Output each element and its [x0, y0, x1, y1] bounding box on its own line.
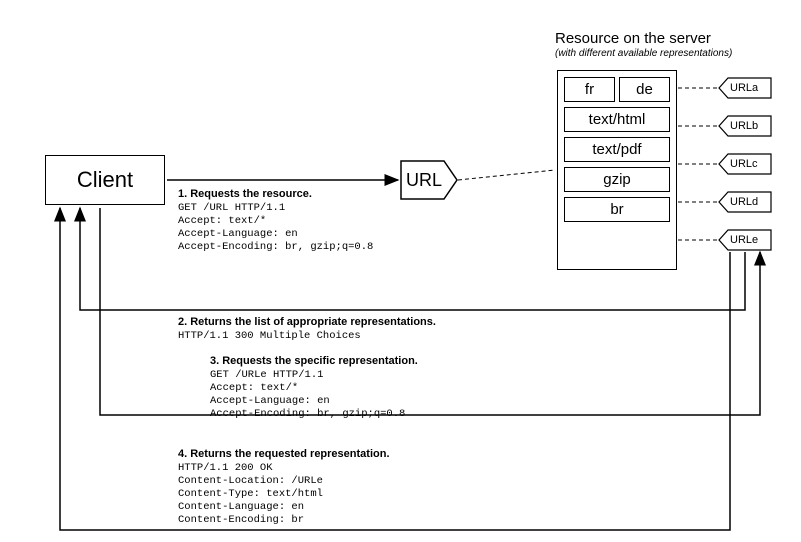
msg3-l2: Accept: text/*	[210, 382, 418, 395]
url-chip-e: URLe	[718, 229, 772, 251]
url-tag-label: URL	[400, 160, 448, 200]
msg1-block: 1. Requests the resource. GET /URL HTTP/…	[178, 188, 373, 254]
msg4-l3: Content-Type: text/html	[178, 488, 390, 501]
msg4-l4: Content-Language: en	[178, 501, 390, 514]
client-label: Client	[77, 167, 133, 193]
server-panel: fr de text/html text/pdf gzip br	[557, 70, 677, 270]
url-chip-e-label: URLe	[730, 229, 772, 251]
url-chip-d-label: URLd	[730, 191, 772, 213]
url-chip-c-label: URLc	[730, 153, 772, 175]
msg3-l3: Accept-Language: en	[210, 395, 418, 408]
msg1-title: 1. Requests the resource.	[178, 188, 373, 202]
rep-text-pdf: text/pdf	[564, 137, 670, 162]
diagram-canvas: Client URL Resource on the server (with …	[0, 0, 801, 542]
client-box: Client	[45, 155, 165, 205]
rep-fr: fr	[564, 77, 615, 102]
rep-row-lang: fr de	[564, 77, 670, 102]
msg4-l1: HTTP/1.1 200 OK	[178, 462, 390, 475]
msg1-l1: GET /URL HTTP/1.1	[178, 202, 373, 215]
msg3-block: 3. Requests the specific representation.…	[210, 355, 418, 421]
msg1-l3: Accept-Language: en	[178, 228, 373, 241]
msg3-l1: GET /URLe HTTP/1.1	[210, 369, 418, 382]
url-chip-a-label: URLa	[730, 77, 772, 99]
msg2-title: 2. Returns the list of appropriate repre…	[178, 316, 436, 330]
rep-br: br	[564, 197, 670, 222]
msg3-title: 3. Requests the specific representation.	[210, 355, 418, 369]
server-subtitle: (with different available representation…	[555, 48, 732, 59]
msg4-block: 4. Returns the requested representation.…	[178, 448, 390, 527]
msg1-l4: Accept-Encoding: br, gzip;q=0.8	[178, 241, 373, 254]
url-chip-a: URLa	[718, 77, 772, 99]
url-chip-d: URLd	[718, 191, 772, 213]
msg4-l5: Content-Encoding: br	[178, 514, 390, 527]
rep-text-html: text/html	[564, 107, 670, 132]
connectors	[0, 0, 801, 542]
rep-gzip: gzip	[564, 167, 670, 192]
msg2-l1: HTTP/1.1 300 Multiple Choices	[178, 330, 436, 343]
url-tag: URL	[400, 160, 458, 200]
msg1-l2: Accept: text/*	[178, 215, 373, 228]
url-chip-c: URLc	[718, 153, 772, 175]
msg4-title: 4. Returns the requested representation.	[178, 448, 390, 462]
msg4-l2: Content-Location: /URLe	[178, 475, 390, 488]
msg3-l4: Accept-Encoding: br, gzip;q=0.8	[210, 408, 418, 421]
url-chip-b: URLb	[718, 115, 772, 137]
rep-de: de	[619, 77, 670, 102]
server-title: Resource on the server	[555, 30, 711, 47]
msg2-block: 2. Returns the list of appropriate repre…	[178, 316, 436, 343]
url-chip-b-label: URLb	[730, 115, 772, 137]
